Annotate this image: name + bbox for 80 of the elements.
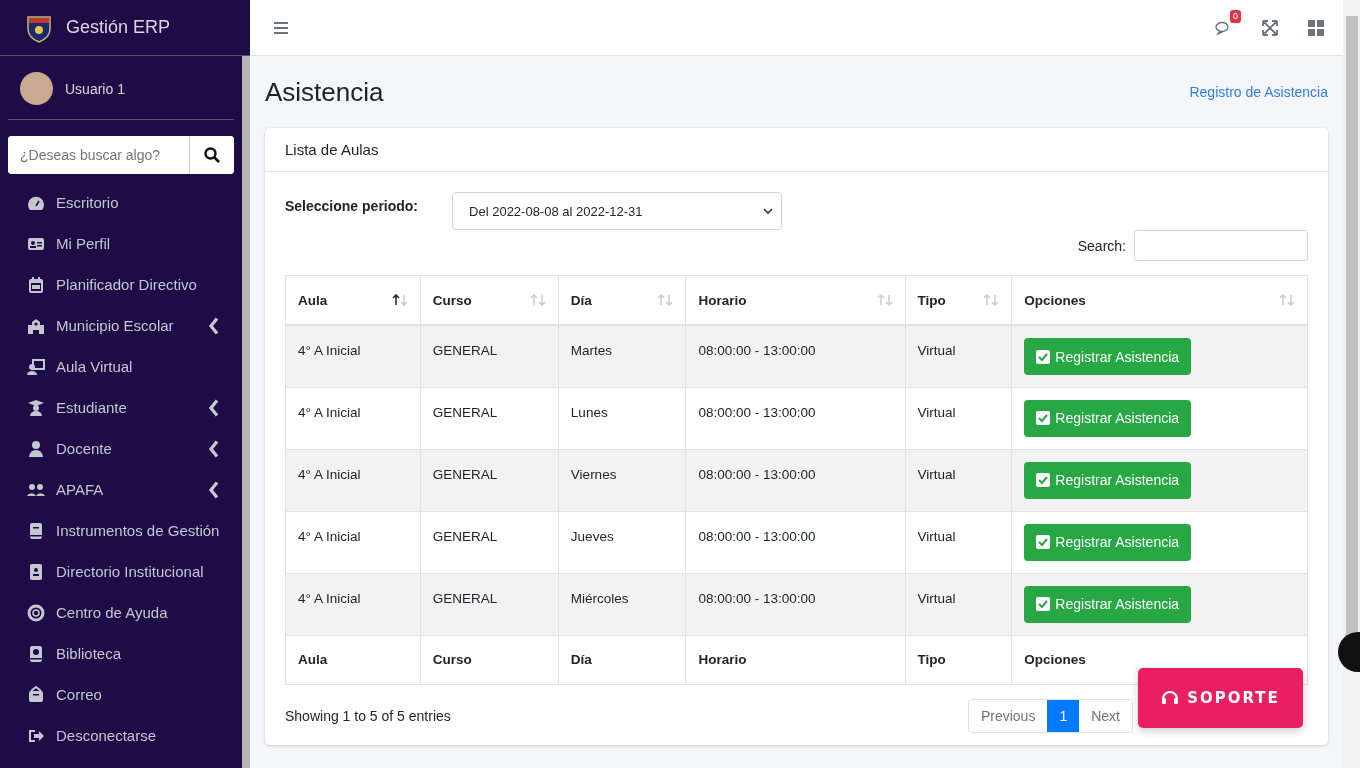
- table-cell: Martes: [558, 325, 686, 387]
- checkbox-check-icon: [1036, 535, 1051, 549]
- sort-icon[interactable]: [391, 294, 408, 306]
- checkbox-check-icon: [1036, 349, 1051, 364]
- sidebar-item[interactable]: Instrumentos de Gestión: [8, 510, 234, 551]
- notification-badge: 0: [1230, 9, 1241, 23]
- column-footer: Horario: [685, 635, 906, 684]
- table-cell: GENERAL: [420, 387, 559, 449]
- sidebar-item[interactable]: Desconectarse: [8, 715, 234, 756]
- table-cell: Virtual: [905, 387, 1012, 449]
- search-icon: [204, 147, 220, 163]
- calendar-icon: [26, 275, 46, 294]
- sidebar-item[interactable]: Mi Perfil: [8, 223, 234, 264]
- graduate-icon: [26, 398, 46, 417]
- teacher-board-icon: [26, 357, 46, 376]
- table-cell: 08:00:00 - 13:00:00: [685, 325, 906, 387]
- table-cell: GENERAL: [420, 511, 559, 573]
- caret-down-icon: [763, 207, 774, 215]
- table-cell: 4° A Inicial: [285, 511, 421, 573]
- sidebar-item[interactable]: Escritorio: [8, 182, 234, 223]
- table-cell: 4° A Inicial: [285, 573, 421, 635]
- sidebar-item[interactable]: Docente: [8, 428, 234, 469]
- table-cell: Jueves: [558, 511, 686, 573]
- checkbox-check-icon: [1036, 473, 1051, 487]
- building-icon: [26, 316, 46, 335]
- sidebar-item[interactable]: APAFA: [8, 469, 234, 510]
- column-footer: Día: [558, 635, 686, 684]
- table-cell: Viernes: [558, 449, 686, 511]
- user-icon: [26, 439, 46, 458]
- scrollbar-thumb[interactable]: [1345, 16, 1358, 636]
- table-cell: 08:00:00 - 13:00:00: [685, 387, 906, 449]
- period-select[interactable]: Del 2022-08-08 al 2022-12-31: [452, 192, 783, 230]
- table-cell: 4° A Inicial: [285, 325, 421, 387]
- period-label: Seleccione periodo:: [285, 197, 419, 214]
- headset-icon: [1161, 689, 1180, 707]
- table-cell: 08:00:00 - 13:00:00: [685, 449, 906, 511]
- table-cell: Virtual: [905, 511, 1012, 573]
- entries-info: Showing 1 to 5 of 5 entries: [285, 707, 451, 724]
- sidebar-item[interactable]: Directorio Institucional: [8, 551, 234, 592]
- scrollbar[interactable]: [242, 56, 250, 768]
- search-field[interactable]: [1134, 230, 1308, 261]
- user-avatar[interactable]: [20, 72, 53, 105]
- page-title: Asistencia: [265, 76, 384, 108]
- sidebar-item[interactable]: Correo: [8, 674, 234, 715]
- brand-title: Gestión ERP: [66, 17, 171, 38]
- column-footer: Aula: [285, 635, 421, 684]
- lifebuoy-icon: [26, 603, 46, 622]
- checkbox-check-icon: [1036, 597, 1051, 611]
- search-label: Search:: [1077, 237, 1126, 254]
- sidebar-item[interactable]: Centro de Ayuda: [8, 592, 234, 633]
- table-cell: 4° A Inicial: [285, 387, 421, 449]
- table-cell: Miércoles: [558, 573, 686, 635]
- fullscreen-icon[interactable]: [1261, 18, 1279, 37]
- envelope-icon: [26, 685, 46, 704]
- support-button[interactable]: SOPORTE: [1138, 668, 1303, 728]
- sidebar-item[interactable]: Biblioteca: [8, 633, 234, 674]
- sidebar-item[interactable]: Municipio Escolar: [8, 305, 234, 346]
- sidebar-item[interactable]: Planificador Directivo: [8, 264, 234, 305]
- table-cell: Virtual: [905, 449, 1012, 511]
- table-cell: GENERAL: [420, 449, 559, 511]
- search-button[interactable]: [189, 136, 234, 174]
- user-name[interactable]: Usuario 1: [65, 80, 125, 97]
- sidebar-item[interactable]: Estudiante: [8, 387, 234, 428]
- checkbox-check-icon: [1036, 411, 1051, 425]
- table-cell: Lunes: [558, 387, 686, 449]
- grid-icon[interactable]: [1307, 18, 1325, 37]
- table-cell: 08:00:00 - 13:00:00: [685, 573, 906, 635]
- column-footer: Curso: [420, 635, 559, 684]
- sidebar-item[interactable]: Aula Virtual: [8, 346, 234, 387]
- table-cell: Virtual: [905, 573, 1012, 635]
- table-cell: GENERAL: [420, 325, 559, 387]
- table-cell: GENERAL: [420, 573, 559, 635]
- table-cell: 08:00:00 - 13:00:00: [685, 511, 906, 573]
- pagination-button[interactable]: 1: [1047, 699, 1080, 732]
- column-footer: Tipo: [905, 635, 1012, 684]
- card-title: Lista de Aulas: [265, 128, 1328, 172]
- table-cell: Virtual: [905, 325, 1012, 387]
- table-cell: 4° A Inicial: [285, 449, 421, 511]
- sidebar-search-field[interactable]: ¿Deseas buscar algo?: [8, 136, 234, 174]
- breadcrumb-link[interactable]: Registro de Asistencia: [1189, 84, 1328, 100]
